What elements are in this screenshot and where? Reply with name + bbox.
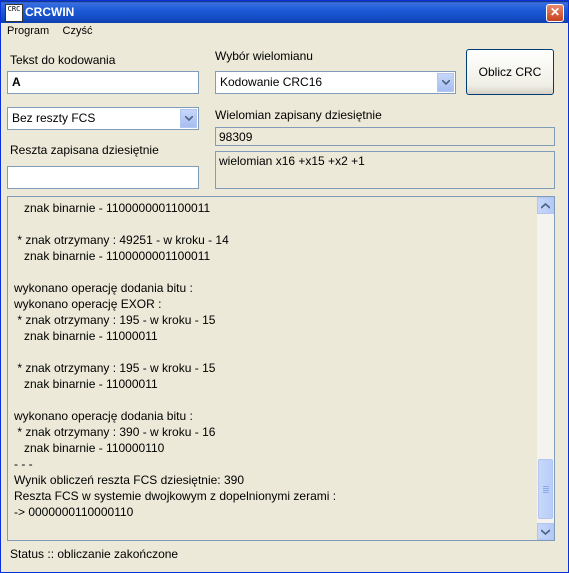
log-line: znak binarnie - 11000011 <box>14 377 158 391</box>
oblicz-crc-button[interactable]: Oblicz CRC <box>466 49 554 95</box>
log-line: - - - <box>14 457 33 471</box>
app-icon: CRC <box>5 4 23 22</box>
polynomial-select-value: Kodowanie CRC16 <box>220 75 323 89</box>
log-line: * znak otrzymany : 195 - w kroku - 15 <box>14 361 216 375</box>
chevron-up-icon <box>541 203 550 209</box>
close-button[interactable]: ✕ <box>546 4 564 22</box>
text-input[interactable]: A <box>7 71 199 94</box>
log-line: wykonano operację dodania bitu : <box>14 281 193 295</box>
log-line: * znak otrzymany : 390 - w kroku - 16 <box>14 425 216 439</box>
menu-bar: Program Czyść <box>1 23 568 41</box>
polynomial-text: wielomian x16 +x15 +x2 +1 <box>215 151 555 189</box>
fcs-select[interactable]: Bez reszty FCS <box>7 107 199 130</box>
scroll-up-button[interactable] <box>537 197 554 214</box>
log-line: * znak otrzymany : 49251 - w kroku - 14 <box>14 233 229 247</box>
scroll-thumb[interactable] <box>538 459 553 519</box>
title-bar[interactable]: CRC CRCWIN ✕ <box>1 1 568 23</box>
log-line: Wynik obliczeń reszta FCS dziesiętnie: 3… <box>14 473 244 487</box>
log-line: Reszta FCS w systemie dwojkowym z dopeln… <box>14 489 337 503</box>
log-line: * znak otrzymany : 195 - w kroku - 15 <box>14 313 216 327</box>
chevron-down-icon[interactable] <box>437 73 454 92</box>
log-line: znak binarnie - 11000011 <box>14 329 158 343</box>
log-text: znak binarnie - 1100000001100011 * znak … <box>14 200 534 520</box>
log-line: znak binarnie - 1100000001100011 <box>14 201 211 215</box>
log-line: wykonano operację dodania bitu : <box>14 409 193 423</box>
log-line: -> 0000000110000110 <box>14 505 134 519</box>
vertical-scrollbar[interactable] <box>537 197 554 540</box>
main-window: CRC CRCWIN ✕ Program Czyść Tekst do kodo… <box>0 0 569 573</box>
log-line: znak binarnie - 1100000001100011 <box>14 249 211 263</box>
menu-program[interactable]: Program <box>1 23 53 37</box>
log-output[interactable]: znak binarnie - 1100000001100011 * znak … <box>7 196 555 541</box>
status-bar: Status :: obliczanie zakończone <box>10 547 179 561</box>
fcs-select-value: Bez reszty FCS <box>12 111 96 125</box>
wybor-label: Wybór wielomianu <box>215 49 313 63</box>
menu-czysc[interactable]: Czyść <box>57 23 97 37</box>
polynomial-select[interactable]: Kodowanie CRC16 <box>215 71 456 94</box>
chevron-down-icon <box>541 529 550 535</box>
dec-label: Wielomian zapisany dziesiętnie <box>215 108 382 122</box>
window-title: CRCWIN <box>25 5 75 19</box>
chevron-down-icon[interactable] <box>180 109 197 128</box>
reszta-input[interactable] <box>7 166 199 189</box>
reszta-label: Reszta zapisana dziesiętnie <box>10 143 159 157</box>
text-label: Tekst do kodowania <box>10 53 116 67</box>
scroll-down-button[interactable] <box>537 523 554 540</box>
log-line: wykonano operację EXOR : <box>14 297 162 311</box>
dec-value: 98309 <box>215 127 555 146</box>
log-line: znak binarnie - 110000110 <box>14 441 165 455</box>
